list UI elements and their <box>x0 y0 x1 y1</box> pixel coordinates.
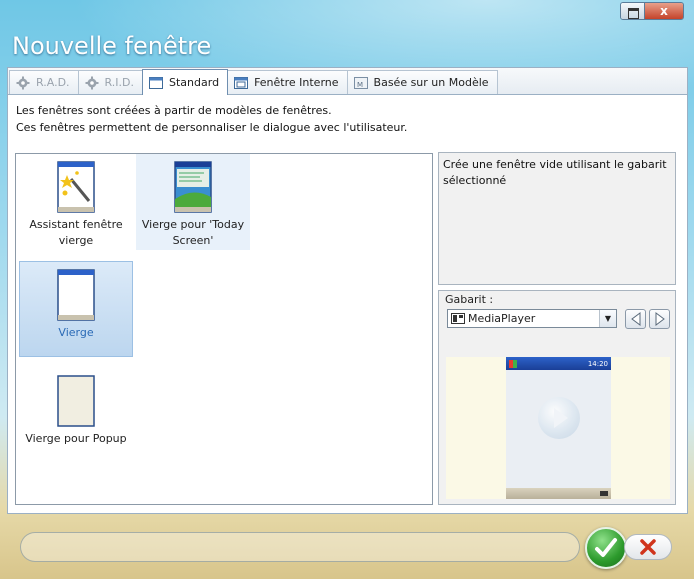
tab-label: Standard <box>169 76 220 89</box>
tab-bar: R.A.D. R.I.D. Standard Fenêtre Interne M… <box>8 68 687 95</box>
description-line: Ces fenêtres permettent de personnaliser… <box>16 121 408 134</box>
today-screen-thumbnail-icon <box>174 161 212 213</box>
arrow-left-icon <box>630 312 640 326</box>
window-controls: x <box>620 2 684 20</box>
play-icon <box>538 397 580 439</box>
tab-standard[interactable]: Standard <box>142 69 229 95</box>
template-description-box: Crée une fenêtre vide utilisant le gabar… <box>438 152 676 285</box>
tab-label: Basée sur un Modèle <box>373 76 489 89</box>
template-label: Vierge pour 'Today Screen' <box>141 218 245 247</box>
start-flag-icon <box>509 359 517 368</box>
close-window-button[interactable]: x <box>645 3 683 19</box>
status-bar <box>20 532 580 562</box>
main-panel: R.A.D. R.I.D. Standard Fenêtre Interne M… <box>7 67 688 514</box>
checkmark-icon <box>595 538 617 557</box>
chevron-down-icon[interactable]: ▼ <box>599 310 616 327</box>
svg-text:M: M <box>357 81 363 89</box>
tab-label: R.A.D. <box>36 76 70 89</box>
description-line: Les fenêtres sont créées à partir de mod… <box>16 104 332 117</box>
gabarit-preview: 14:20 <box>446 357 670 499</box>
template-item-popup[interactable]: Vierge pour Popup <box>19 368 133 464</box>
template-label: Vierge <box>58 326 94 339</box>
cancel-button[interactable] <box>624 534 672 560</box>
device-clock: 14:20 <box>587 359 608 368</box>
popup-thumbnail-icon <box>57 375 95 427</box>
template-item-assistant[interactable]: Assistant fenêtre vierge <box>19 154 133 250</box>
template-label: Assistant fenêtre vierge <box>29 218 123 247</box>
wizard-wand-icon <box>57 161 95 213</box>
template-item-vierge[interactable]: Vierge <box>19 261 133 357</box>
window-icon <box>149 76 164 89</box>
rad-gear-icon <box>16 76 30 89</box>
template-item-today-screen[interactable]: Vierge pour 'Today Screen' <box>136 154 250 250</box>
internal-window-icon <box>234 76 249 89</box>
device-preview: 14:20 <box>506 357 611 499</box>
tab-rid[interactable]: R.I.D. <box>77 70 144 94</box>
template-label: Vierge pour Popup <box>25 432 127 445</box>
previous-gabarit-button[interactable] <box>625 309 646 329</box>
device-menu-bar <box>506 488 611 499</box>
restore-button[interactable] <box>621 3 645 19</box>
gabarit-dropdown[interactable]: MediaPlayer ▼ <box>447 309 617 328</box>
template-list[interactable]: Assistant fenêtre vierge Vierge pour 'To… <box>15 153 433 505</box>
cross-icon <box>640 539 656 555</box>
blank-window-thumbnail-icon <box>57 269 95 321</box>
ok-button[interactable] <box>585 527 627 569</box>
arrow-right-icon <box>655 312 665 326</box>
tab-rad[interactable]: R.A.D. <box>9 70 79 94</box>
gabarit-label: Gabarit : <box>445 293 494 306</box>
device-status-bar: 14:20 <box>506 357 611 370</box>
keyboard-icon <box>600 491 608 496</box>
rid-gear-icon <box>85 76 99 89</box>
skin-icon <box>451 313 465 324</box>
tab-internal-window[interactable]: Fenêtre Interne <box>227 70 348 94</box>
gabarit-group: Gabarit : MediaPlayer ▼ 14:20 <box>438 290 676 505</box>
tab-label: R.I.D. <box>104 76 135 89</box>
tab-template-based[interactable]: M Basée sur un Modèle <box>346 70 498 94</box>
tab-label: Fenêtre Interne <box>254 76 339 89</box>
next-gabarit-button[interactable] <box>649 309 670 329</box>
description: Les fenêtres sont créées à partir de mod… <box>16 102 407 136</box>
template-icon: M <box>353 76 368 89</box>
window-title: Nouvelle fenêtre <box>12 32 212 60</box>
gabarit-selected-value: MediaPlayer <box>468 312 536 325</box>
